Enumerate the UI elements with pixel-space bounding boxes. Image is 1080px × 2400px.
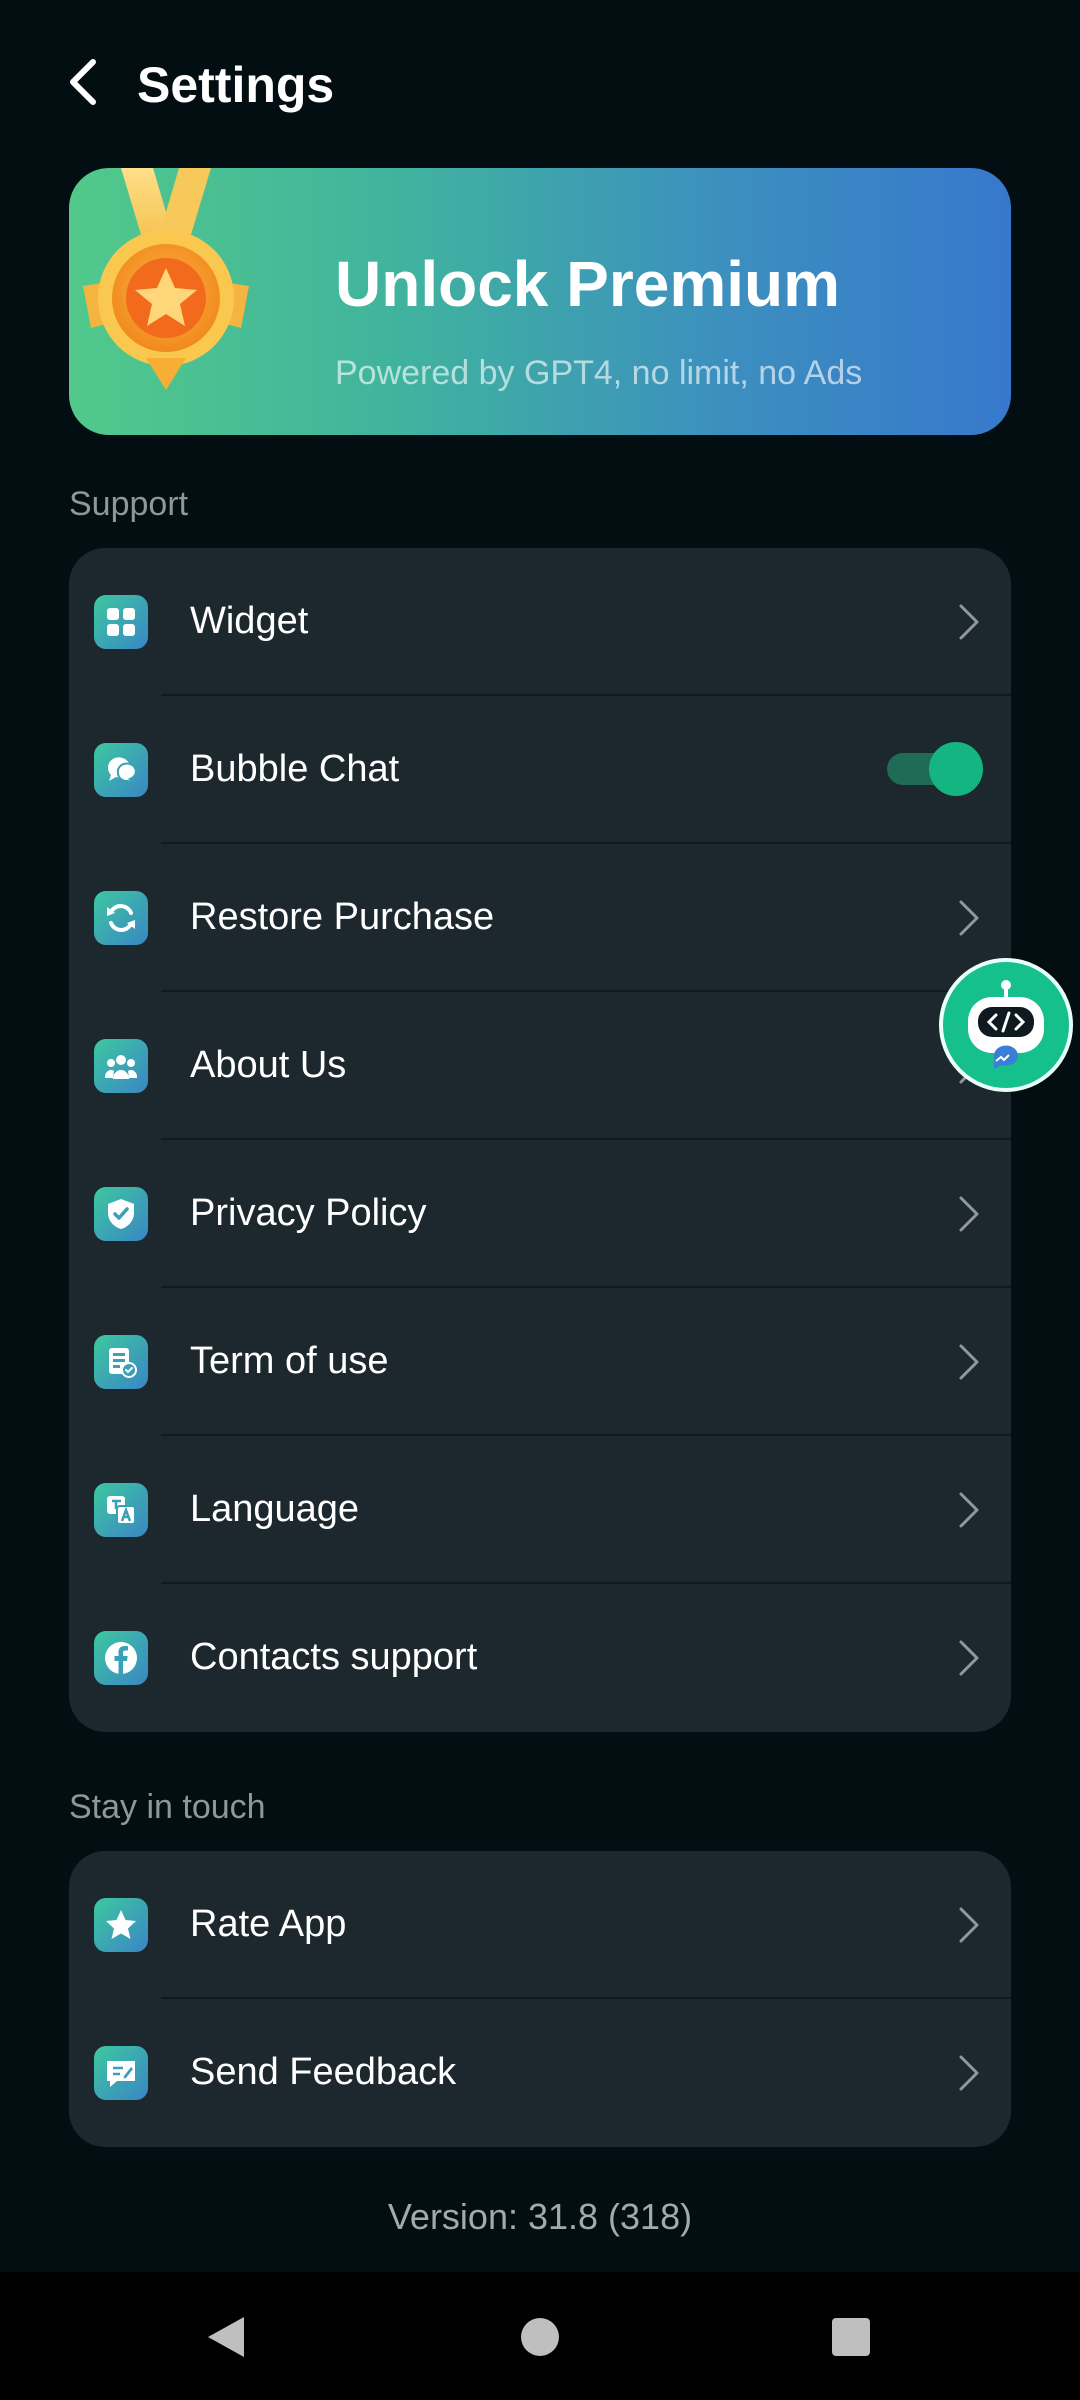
feedback-icon [94,2046,148,2100]
facebook-icon [94,1631,148,1685]
bubble-chat-icon [94,743,148,797]
setting-label: Widget [190,600,309,642]
setting-label: Restore Purchase [190,896,495,938]
nav-home-icon[interactable] [505,2302,575,2372]
robot-icon [968,980,1044,1069]
chevron-right-icon [949,2053,989,2093]
setting-row-privacy-policy[interactable]: Privacy Policy [69,1140,1011,1288]
translate-icon [94,1483,148,1537]
setting-label: Send Feedback [190,2051,457,2093]
nav-back-icon[interactable] [190,2302,260,2372]
setting-label: About Us [190,1044,347,1086]
setting-row-term-of-use[interactable]: Term of use [69,1288,1011,1436]
setting-row-rate-app[interactable]: Rate App [69,1851,1011,1999]
stay-in-touch-card: Rate App Send Feedback [69,1851,1011,2147]
chevron-right-icon [949,1638,989,1678]
setting-row-restore-purchase[interactable]: Restore Purchase [69,844,1011,992]
chevron-right-icon [949,602,989,642]
nav-recents-icon[interactable] [816,2302,886,2372]
chevron-right-icon [949,1194,989,1234]
medal-icon [83,168,249,390]
section-label-stay-in-touch: Stay in touch [69,1788,266,1826]
system-nav-bar [0,2272,1080,2400]
chevron-right-icon [949,1905,989,1945]
shield-icon [94,1187,148,1241]
bubble-chat-toggle[interactable] [887,742,983,796]
setting-label: Privacy Policy [190,1192,427,1234]
setting-row-widget[interactable]: Widget [69,548,1011,696]
setting-row-bubble-chat: Bubble Chat [69,696,1011,844]
premium-subtitle: Powered by GPT4, no limit, no Ads [335,354,863,392]
setting-row-send-feedback[interactable]: Send Feedback [69,1999,1011,2147]
setting-label: Rate App [190,1903,347,1945]
premium-title: Unlock Premium [335,248,841,320]
app-version: Version: 31.8 (318) [387,2196,693,2237]
setting-row-about-us[interactable]: About Us [69,992,1011,1140]
setting-row-language[interactable]: Language [69,1436,1011,1584]
page-title: Settings [137,57,335,113]
app-header: Settings [0,0,1080,170]
chevron-right-icon [949,1490,989,1530]
chevron-right-icon [949,898,989,938]
unlock-premium-banner[interactable]: Unlock Premium Powered by GPT4, no limit… [69,168,1011,435]
setting-row-contacts-support[interactable]: Contacts support [69,1584,1011,1732]
chevron-right-icon [949,1342,989,1382]
people-icon [94,1039,148,1093]
setting-label: Contacts support [190,1636,478,1678]
back-arrow-icon[interactable] [52,52,112,112]
setting-label: Bubble Chat [190,748,400,790]
chat-bot-fab[interactable] [939,958,1073,1092]
settings-screen: Settings Unlock Premium Powered by GPT4,… [0,0,1080,2400]
setting-label: Term of use [190,1340,389,1382]
toggle-knob [929,742,983,796]
widget-icon [94,595,148,649]
restore-icon [94,891,148,945]
section-label-support: Support [69,485,189,523]
setting-label: Language [190,1488,360,1530]
star-icon [94,1898,148,1952]
support-card: Widget Bubble Chat Restore Purchase Abou… [69,548,1011,1732]
document-icon [94,1335,148,1389]
